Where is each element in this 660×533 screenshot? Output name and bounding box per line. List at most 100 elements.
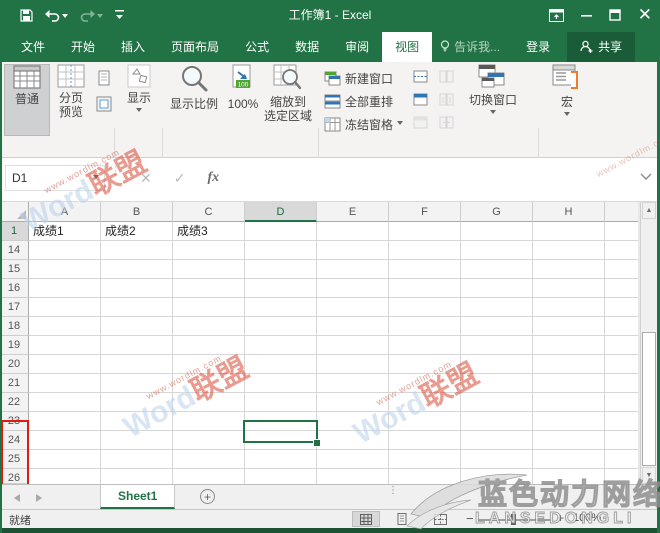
normal-view-icon xyxy=(13,65,41,89)
sheet-tab-bar: Sheet1 + ⋮ xyxy=(0,484,660,509)
row-header-22[interactable]: 22 xyxy=(0,393,29,412)
tab-file[interactable]: 文件 xyxy=(8,32,58,62)
page-layout-view-button[interactable] xyxy=(94,68,114,88)
show-button[interactable]: 显示 xyxy=(119,64,159,134)
reset-window-position-button xyxy=(436,112,456,132)
enter-formula-icon[interactable]: ✓ xyxy=(174,170,186,187)
tab-insert[interactable]: 插入 xyxy=(108,32,158,62)
tab-review[interactable]: 审阅 xyxy=(332,32,382,62)
tab-sign-in[interactable]: 登录 xyxy=(513,32,563,62)
sheet-tab-sheet1[interactable]: Sheet1 xyxy=(100,485,175,509)
tab-view[interactable]: 视图 xyxy=(382,32,432,62)
row-header-19[interactable]: 19 xyxy=(0,336,29,355)
name-box-dropdown-icon[interactable] xyxy=(93,175,99,182)
zoom-slider-thumb[interactable] xyxy=(511,514,516,525)
arrange-all-button[interactable]: 全部重排 xyxy=(324,90,393,112)
sheet-cells[interactable]: 成绩1 成绩2 成绩3 xyxy=(29,222,638,484)
status-normal-view-button[interactable] xyxy=(352,511,380,527)
row-header-16[interactable]: 16 xyxy=(0,279,29,298)
page-break-preview-button[interactable]: 分页预览 xyxy=(50,64,92,134)
row-header-14[interactable]: 14 xyxy=(0,241,29,260)
normal-view-button[interactable]: 普通 xyxy=(4,64,50,136)
fill-handle[interactable] xyxy=(313,439,321,447)
column-header-h[interactable]: H xyxy=(533,202,605,222)
new-window-button[interactable]: 新建窗口 xyxy=(324,67,393,89)
synchronous-scrolling-button xyxy=(436,89,456,109)
excel-window: 工作簿1 - Excel ✕ 文件 开始 插入 页面布局 公式 数据 审阅 视图… xyxy=(0,0,660,533)
zoom-100-icon: 100 xyxy=(230,64,256,94)
formula-input[interactable] xyxy=(246,165,634,191)
scroll-down-icon[interactable]: ▼ xyxy=(642,467,656,484)
macros-button[interactable]: 宏 xyxy=(546,64,588,134)
maximize-icon[interactable] xyxy=(609,9,621,21)
show-icon xyxy=(127,64,151,88)
formula-bar-splitter[interactable]: ⋮ xyxy=(110,168,121,175)
tab-tell-me[interactable]: 告诉我... xyxy=(432,32,513,62)
tab-data[interactable]: 数据 xyxy=(282,32,332,62)
macros-dropdown-icon[interactable] xyxy=(564,112,570,119)
cancel-formula-icon[interactable]: ✕ xyxy=(140,170,152,187)
vertical-scrollbar-thumb[interactable] xyxy=(642,332,656,466)
row-header-18[interactable]: 18 xyxy=(0,317,29,336)
row-header-21[interactable]: 21 xyxy=(0,374,29,393)
close-icon[interactable]: ✕ xyxy=(638,0,652,30)
column-header-b[interactable]: B xyxy=(101,202,173,222)
column-header-g[interactable]: G xyxy=(461,202,533,222)
zoom-100-button[interactable]: 100 100% xyxy=(224,64,262,134)
zoom-out-icon[interactable]: − xyxy=(466,511,474,526)
cell-a1[interactable]: 成绩1 xyxy=(29,222,104,241)
zoom-in-icon[interactable]: + xyxy=(557,511,564,525)
scroll-up-icon[interactable]: ▲ xyxy=(642,202,656,219)
tab-home[interactable]: 开始 xyxy=(58,32,108,62)
column-header-d[interactable]: D xyxy=(245,202,317,222)
minimize-icon[interactable] xyxy=(581,10,592,21)
zoom-button[interactable]: 显示比例 xyxy=(166,64,222,134)
page-break-preview-icon xyxy=(57,64,85,88)
switch-windows-dropdown-icon[interactable] xyxy=(490,110,496,117)
freeze-panes-icon xyxy=(324,117,341,132)
tab-bar-splitter[interactable]: ⋮ xyxy=(388,488,398,494)
switch-windows-icon xyxy=(478,64,508,90)
sheet-nav-left-icon[interactable] xyxy=(14,494,20,502)
row-header-15[interactable]: 15 xyxy=(0,260,29,279)
window-left-edge xyxy=(0,30,2,533)
column-header-c[interactable]: C xyxy=(173,202,245,222)
column-header-e[interactable]: E xyxy=(317,202,389,222)
custom-views-button[interactable] xyxy=(94,94,114,114)
switch-windows-button[interactable]: 切换窗口 xyxy=(462,64,524,134)
title-bar: 工作簿1 - Excel ✕ xyxy=(0,0,660,30)
freeze-panes-dropdown-icon[interactable] xyxy=(397,121,403,128)
zoom-to-selection-icon xyxy=(273,64,303,92)
status-page-break-button[interactable] xyxy=(426,511,454,527)
status-page-layout-button[interactable] xyxy=(388,511,416,527)
select-all-button[interactable] xyxy=(0,202,29,222)
expand-formula-bar-icon[interactable] xyxy=(640,172,652,180)
cell-b1[interactable]: 成绩2 xyxy=(101,222,176,241)
row-header-1[interactable]: 1 xyxy=(0,222,29,241)
unhide-button xyxy=(410,112,430,132)
vertical-scrollbar[interactable]: ▲ ▼ xyxy=(640,202,657,484)
share-button[interactable]: 共享 xyxy=(567,32,635,62)
column-header-f[interactable]: F xyxy=(389,202,461,222)
zoom-percentage[interactable]: 100% xyxy=(573,512,601,524)
sheet-nav-right-icon[interactable] xyxy=(36,494,42,502)
active-cell-selection[interactable] xyxy=(243,420,318,443)
name-box[interactable]: D1 xyxy=(5,165,105,191)
freeze-panes-button[interactable]: 冻结窗格 xyxy=(324,113,403,135)
ribbon-display-options-icon[interactable] xyxy=(549,9,564,22)
insert-function-icon[interactable]: fx xyxy=(207,170,219,186)
window-bottom-edge xyxy=(0,528,660,533)
row-header-17[interactable]: 17 xyxy=(0,298,29,317)
cell-c1[interactable]: 成绩3 xyxy=(173,222,248,241)
hide-button[interactable] xyxy=(410,89,430,109)
split-button[interactable] xyxy=(410,66,430,86)
column-header-a[interactable]: A xyxy=(29,202,101,222)
new-sheet-icon[interactable]: + xyxy=(200,489,215,504)
show-dropdown-icon[interactable] xyxy=(136,108,142,115)
row-header-20[interactable]: 20 xyxy=(0,355,29,374)
column-headers: A B C D E F G H xyxy=(29,202,638,222)
tab-formulas[interactable]: 公式 xyxy=(232,32,282,62)
column-header-partial[interactable] xyxy=(605,202,638,222)
tab-page-layout[interactable]: 页面布局 xyxy=(158,32,232,62)
zoom-to-selection-button[interactable]: 缩放到选定区域 xyxy=(263,64,313,134)
